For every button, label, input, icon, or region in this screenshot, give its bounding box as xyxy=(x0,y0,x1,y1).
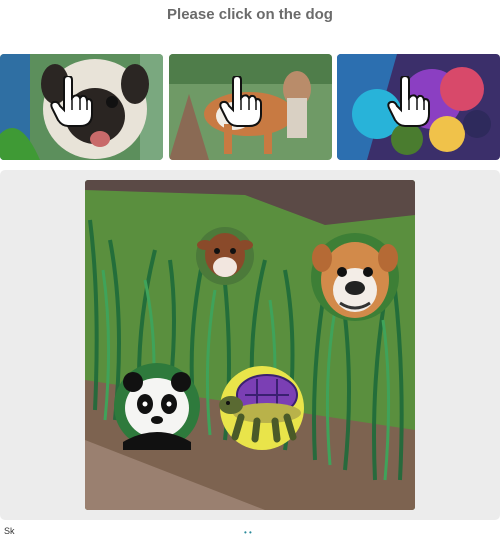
panda-image[interactable] xyxy=(113,362,201,450)
example-image-1 xyxy=(0,54,163,160)
example-image-3 xyxy=(337,54,500,160)
footer-label: Sk xyxy=(4,526,15,536)
pointer-hand-icon xyxy=(219,76,262,127)
pointer-hand-icon xyxy=(387,76,430,127)
challenge-prompt: Please click on the dog xyxy=(167,6,333,23)
cow-image[interactable] xyxy=(195,225,255,287)
dog-image[interactable] xyxy=(310,228,400,326)
turtle-image[interactable] xyxy=(217,365,307,451)
example-image-2 xyxy=(169,54,332,160)
footer: Sk • • xyxy=(4,526,496,537)
challenge-canvas[interactable] xyxy=(85,180,415,510)
pointer-hand-icon xyxy=(50,76,93,127)
